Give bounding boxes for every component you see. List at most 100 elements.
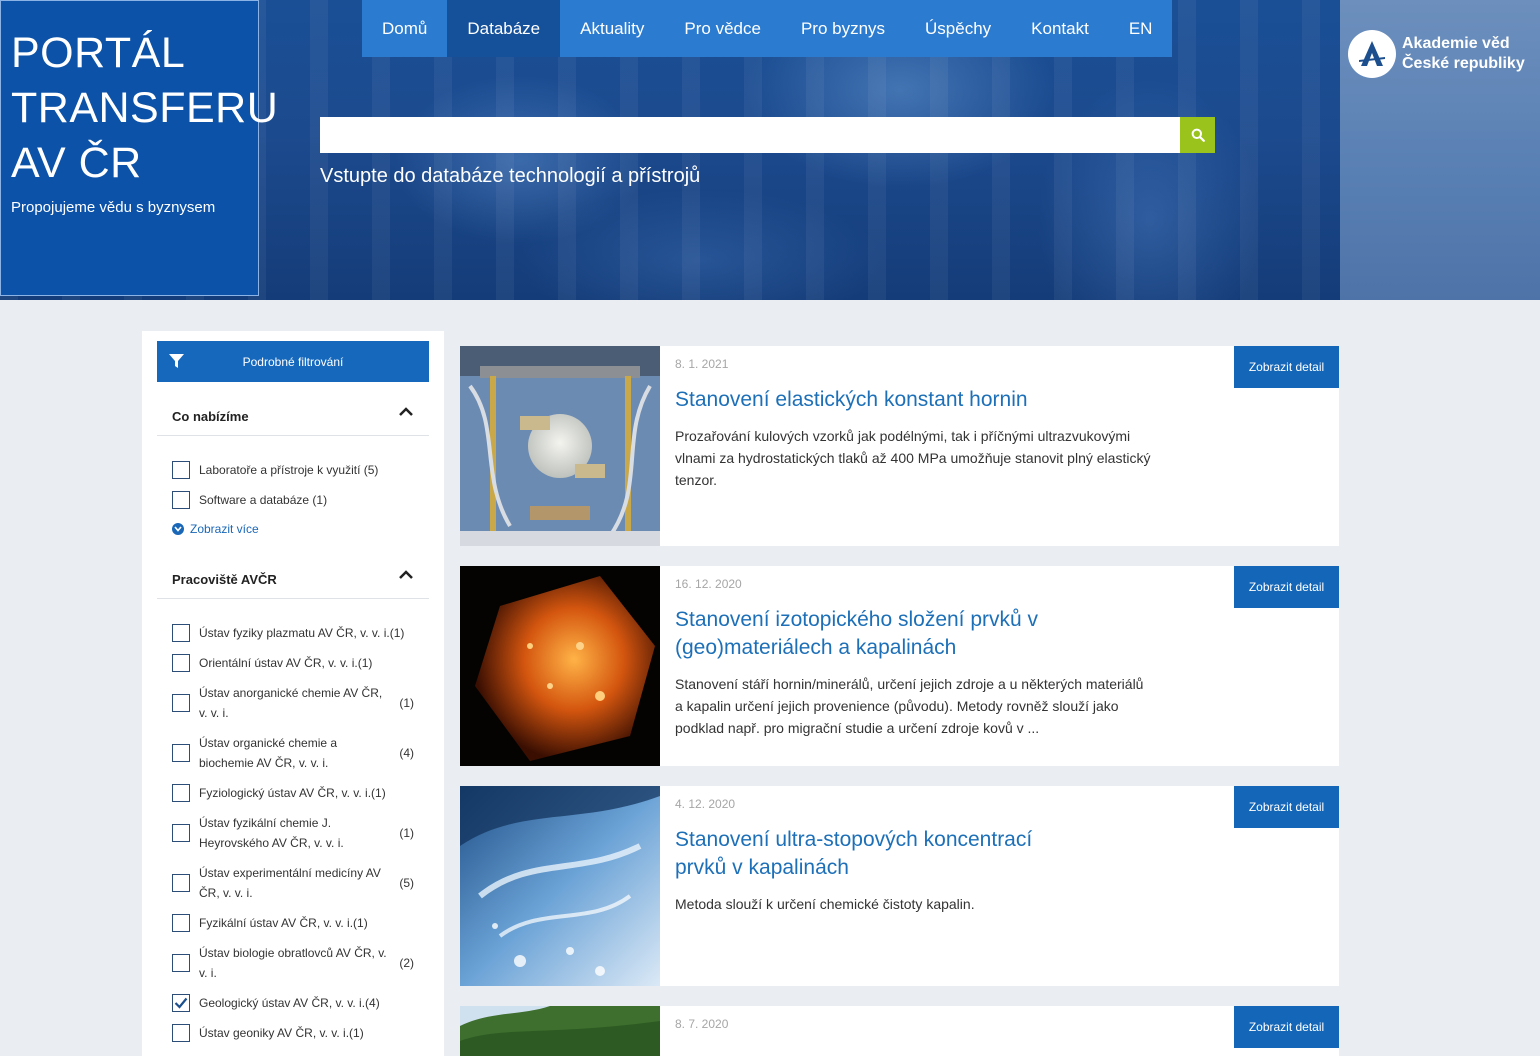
section-header-co-nabizime[interactable]: Co nabízíme bbox=[157, 392, 429, 436]
filter-option-label: Fyzikální ústav AV ČR, v. v. i.(1) bbox=[199, 916, 368, 930]
checkbox[interactable] bbox=[172, 654, 190, 672]
result-card: 16. 12. 2020 Stanovení izotopického slož… bbox=[460, 566, 1339, 766]
filter-option-label: Ústav anorganické chemie AV ČR, v. v. i. bbox=[199, 686, 383, 720]
filter-option-label: Ústav fyziky plazmatu AV ČR, v. v. i.(1) bbox=[199, 626, 405, 640]
show-detail-button[interactable]: Zobrazit detail bbox=[1234, 566, 1339, 608]
filter-option[interactable]: Fyzikální ústav AV ČR, v. v. i.(1) bbox=[172, 913, 422, 933]
show-more-label: Zobrazit více bbox=[190, 522, 259, 536]
checkbox[interactable] bbox=[172, 461, 190, 479]
search-bar bbox=[320, 117, 1215, 153]
check-icon bbox=[174, 997, 188, 1009]
result-date: 4. 12. 2020 bbox=[675, 797, 736, 811]
filter-option-count: (2) bbox=[399, 956, 414, 970]
filter-option[interactable]: Ústav geoniky AV ČR, v. v. i.(1) bbox=[172, 1023, 422, 1043]
filter-option[interactable]: Laboratoře a přístroje k využití (5) bbox=[172, 460, 422, 480]
main-nav: Domů Databáze Aktuality Pro vědce Pro by… bbox=[362, 0, 1173, 57]
result-thumbnail[interactable] bbox=[460, 346, 660, 546]
result-description: Metoda slouží k určení chemické čistoty … bbox=[675, 896, 975, 912]
brand-box[interactable]: PORTÁL TRANSFERU AV ČR Propojujeme vědu … bbox=[0, 0, 279, 296]
filter-option-label: Software a databáze (1) bbox=[199, 493, 328, 507]
result-thumbnail[interactable] bbox=[460, 1006, 660, 1056]
search-icon bbox=[1191, 128, 1205, 142]
checkbox[interactable] bbox=[172, 824, 190, 842]
nav-item-databaze[interactable]: Databáze bbox=[447, 0, 561, 57]
detailed-filter-button[interactable]: Podrobné filtrování bbox=[157, 341, 429, 382]
checkbox[interactable] bbox=[172, 874, 190, 892]
nav-item-pro-vedce[interactable]: Pro vědce bbox=[664, 0, 781, 57]
result-title[interactable]: Stanovení izotopického složení prvků v (… bbox=[675, 606, 1095, 662]
result-date: 8. 1. 2021 bbox=[675, 357, 729, 371]
checkbox[interactable] bbox=[172, 1024, 190, 1042]
filter-option-label: Fyziologický ústav AV ČR, v. v. i.(1) bbox=[199, 786, 386, 800]
nav-item-pro-byznys[interactable]: Pro byznys bbox=[781, 0, 905, 57]
site-title-line: PORTÁL bbox=[11, 29, 186, 77]
filter-option-count: (4) bbox=[399, 746, 414, 760]
result-date: 8. 7. 2020 bbox=[675, 1017, 729, 1031]
site-title-line: AV ČR bbox=[11, 139, 142, 187]
checkbox[interactable] bbox=[172, 624, 190, 642]
detailed-filter-label: Podrobné filtrování bbox=[242, 354, 344, 369]
result-title[interactable]: Stanovení elastických konstant hornin bbox=[675, 386, 1095, 414]
filter-option-label: Laboratoře a přístroje k využití (5) bbox=[199, 463, 379, 477]
checkbox[interactable] bbox=[172, 491, 190, 509]
filter-option[interactable]: Software a databáze (1) bbox=[172, 490, 422, 510]
checkbox[interactable] bbox=[172, 954, 190, 972]
filter-option[interactable]: Ústav organické chemie a biochemie AV ČR… bbox=[172, 733, 422, 773]
site-subtitle: Propojujeme vědu s byznysem bbox=[11, 199, 216, 216]
filter-option-label: Ústav fyzikální chemie J. Heyrovského AV… bbox=[199, 816, 344, 850]
checkbox[interactable] bbox=[172, 694, 190, 712]
checkbox[interactable] bbox=[172, 784, 190, 802]
section-header-pracoviste[interactable]: Pracoviště AVČR bbox=[157, 555, 429, 599]
academy-logo[interactable]: Akademie věd České republiky bbox=[1348, 30, 1525, 78]
site-title-line: TRANSFERU bbox=[11, 84, 279, 132]
filter-option[interactable]: Orientální ústav AV ČR, v. v. i.(1) bbox=[172, 653, 422, 673]
funnel-icon bbox=[169, 354, 184, 368]
filter-option-label: Ústav experimentální medicíny AV ČR, v. … bbox=[199, 866, 381, 900]
result-description: Stanovení stáří hornin/minerálů, určení … bbox=[675, 676, 1144, 736]
nav-item-kontakt[interactable]: Kontakt bbox=[1011, 0, 1109, 57]
result-card: 4. 12. 2020 Stanovení ultra-stopových ko… bbox=[460, 786, 1339, 986]
checkbox[interactable] bbox=[172, 914, 190, 932]
filter-option-label: Ústav geoniky AV ČR, v. v. i.(1) bbox=[199, 1026, 364, 1040]
chevron-up-icon[interactable] bbox=[399, 407, 413, 417]
logo-line: Akademie věd bbox=[1402, 35, 1510, 52]
chevron-up-icon[interactable] bbox=[399, 570, 413, 580]
hero-banner: PORTÁL TRANSFERU AV ČR Propojujeme vědu … bbox=[0, 0, 1540, 300]
checkbox[interactable] bbox=[172, 744, 190, 762]
filter-option-label: Orientální ústav AV ČR, v. v. i.(1) bbox=[199, 656, 373, 670]
result-date: 16. 12. 2020 bbox=[675, 577, 742, 591]
nav-item-aktuality[interactable]: Aktuality bbox=[560, 0, 664, 57]
checkbox-checked[interactable] bbox=[172, 994, 190, 1012]
filter-option[interactable]: Ústav fyziky plazmatu AV ČR, v. v. i.(1) bbox=[172, 623, 422, 643]
filter-option[interactable]: Ústav anorganické chemie AV ČR, v. v. i.… bbox=[172, 683, 422, 723]
filter-option[interactable]: Ústav experimentální medicíny AV ČR, v. … bbox=[172, 863, 422, 903]
filter-option[interactable]: Ústav biologie obratlovců AV ČR, v. v. i… bbox=[172, 943, 422, 983]
filter-option[interactable]: Geologický ústav AV ČR, v. v. i.(4) bbox=[172, 993, 422, 1013]
result-card: 8. 7. 2020 Zobrazit detail bbox=[460, 1006, 1339, 1056]
site-title: PORTÁL TRANSFERU AV ČR bbox=[11, 26, 279, 191]
show-detail-button[interactable]: Zobrazit detail bbox=[1234, 786, 1339, 828]
result-thumbnail[interactable] bbox=[460, 566, 660, 766]
nav-item-domu[interactable]: Domů bbox=[362, 0, 447, 57]
filter-option-label: Ústav biologie obratlovců AV ČR, v. v. i… bbox=[199, 946, 387, 980]
search-button[interactable] bbox=[1180, 117, 1215, 153]
section-title: Co nabízíme bbox=[172, 409, 249, 424]
show-more-link[interactable]: Zobrazit více bbox=[172, 522, 259, 536]
chevron-down-icon bbox=[172, 523, 184, 535]
result-card: 8. 1. 2021 Stanovení elastických konstan… bbox=[460, 346, 1339, 546]
filter-option-label: Geologický ústav AV ČR, v. v. i.(4) bbox=[199, 996, 380, 1010]
filter-option-count: (1) bbox=[399, 826, 414, 840]
filter-option[interactable]: Ústav fyzikální chemie J. Heyrovského AV… bbox=[172, 813, 422, 853]
search-input[interactable] bbox=[320, 117, 1180, 153]
filter-option-count: (1) bbox=[399, 696, 414, 710]
filter-option-label: Ústav organické chemie a biochemie AV ČR… bbox=[199, 736, 338, 770]
nav-item-en[interactable]: EN bbox=[1109, 0, 1173, 57]
filter-option-count: (5) bbox=[399, 876, 414, 890]
result-title[interactable]: Stanovení ultra-stopových koncentrací pr… bbox=[675, 826, 1075, 882]
section-title: Pracoviště AVČR bbox=[172, 572, 277, 587]
show-detail-button[interactable]: Zobrazit detail bbox=[1234, 346, 1339, 388]
result-thumbnail[interactable] bbox=[460, 786, 660, 986]
show-detail-button[interactable]: Zobrazit detail bbox=[1234, 1006, 1339, 1048]
nav-item-uspechy[interactable]: Úspěchy bbox=[905, 0, 1011, 57]
filter-option[interactable]: Fyziologický ústav AV ČR, v. v. i.(1) bbox=[172, 783, 422, 803]
